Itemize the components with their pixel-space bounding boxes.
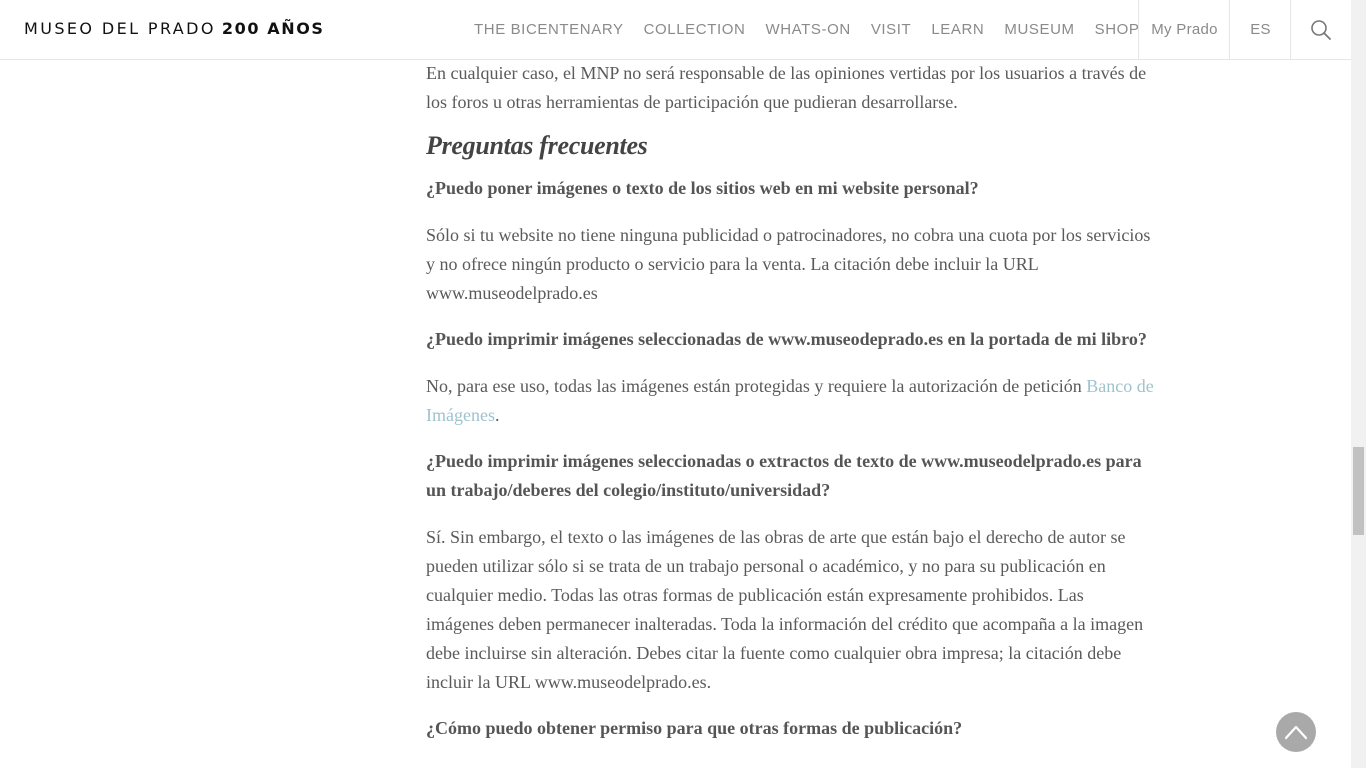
faq-answer-text: No, para ese uso, todas las imágenes est… [426, 376, 1087, 396]
faq-answer: Sólo si tu website no tiene ninguna publ… [426, 225, 1151, 303]
nav-item-shop[interactable]: SHOP [1095, 21, 1140, 38]
faq-question: ¿Puedo poner imágenes o texto de los sit… [426, 178, 979, 198]
faq-answer: Sí. Sin embargo, el texto o las imágenes… [426, 527, 1144, 692]
my-prado-link[interactable]: My Prado [1138, 0, 1230, 59]
intro-paragraph: En cualquier caso, el MNP no será respon… [426, 63, 1147, 112]
faq-question: ¿Puedo imprimir imágenes seleccionadas d… [426, 329, 1147, 349]
logo-strong: 200 AÑOS [221, 19, 325, 38]
nav-item-bicentenary[interactable]: THE BICENTENARY [474, 21, 624, 38]
back-to-top-button[interactable] [1276, 712, 1316, 752]
faq-question: ¿Puedo imprimir imágenes seleccionadas o… [426, 451, 1142, 500]
faq-question: ¿Cómo puedo obtener permiso para que otr… [426, 718, 963, 738]
scrollbar-thumb[interactable] [1353, 447, 1364, 535]
chevron-up-icon [1284, 725, 1308, 740]
faq-answer-end: . [494, 405, 500, 425]
nav-item-learn[interactable]: LEARN [931, 21, 984, 38]
main-nav: THE BICENTENARY COLLECTION WHATS-ON VISI… [474, 0, 1140, 59]
faq-title: Preguntas frecuentes [426, 131, 648, 160]
search-button[interactable] [1290, 0, 1351, 59]
main-content: En cualquier caso, el MNP no será respon… [426, 59, 1156, 743]
site-logo[interactable]: MUSEO DEL PRADO 200 AÑOS [24, 19, 325, 38]
faq-answer: No, para ese uso, todas las imágenes est… [426, 372, 1156, 430]
nav-item-visit[interactable]: VISIT [871, 21, 912, 38]
search-icon [1311, 19, 1331, 40]
site-header: MUSEO DEL PRADO 200 AÑOS THE BICENTENARY … [0, 0, 1351, 60]
language-selector[interactable]: ES [1229, 0, 1291, 59]
logo-text: MUSEO DEL PRADO [24, 19, 216, 38]
nav-item-whats-on[interactable]: WHATS-ON [765, 21, 850, 38]
nav-item-collection[interactable]: COLLECTION [644, 21, 746, 38]
page-scrollbar[interactable] [1351, 0, 1366, 768]
nav-item-museum[interactable]: MUSEUM [1004, 21, 1074, 38]
